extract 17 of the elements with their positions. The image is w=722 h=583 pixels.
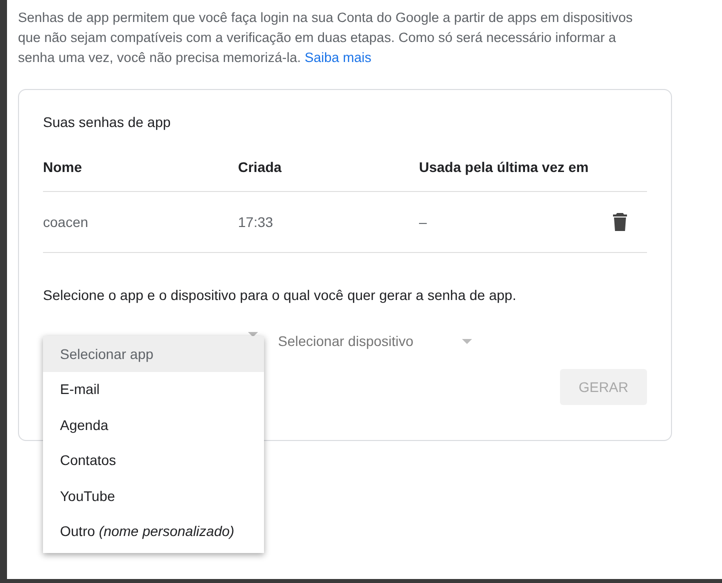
menu-item[interactable]: YouTube <box>43 478 264 514</box>
menu-item[interactable]: Selecionar app <box>43 336 264 372</box>
column-header: Criada <box>238 158 283 174</box>
intro-paragraph: Senhas de app permitem que você faça login na sua Conta do Google a partir de apps em dispositivos que não sejam compatíveis com a verificação em duas etapas. Como só será necessário informar a senha uma vez, você não precisa memorizá-la. Saiba mais <box>18 9 634 67</box>
table-cell-text: – <box>419 214 428 230</box>
menu-item[interactable]: Outro (nome personalizado) <box>43 514 264 549</box>
menu-item[interactable]: Contatos <box>43 442 264 478</box>
column-header: Usada pela última vez em <box>419 158 590 174</box>
device-select[interactable]: Selecionar dispositivo <box>278 330 478 352</box>
table-cell-text: 17:33 <box>238 214 274 230</box>
learn-more-link[interactable]: Saiba mais <box>304 50 372 65</box>
menu-item[interactable]: E-mail <box>43 372 264 407</box>
menu-item[interactable]: Agenda <box>43 407 264 442</box>
instruction-text: Selecione o app e o dispositivo para o qual você quer gerar a senha de app. <box>43 287 518 303</box>
table-cell-text: coacen <box>43 214 90 230</box>
column-header: Nome <box>43 158 83 174</box>
card-title: Suas senhas de app <box>43 114 172 130</box>
